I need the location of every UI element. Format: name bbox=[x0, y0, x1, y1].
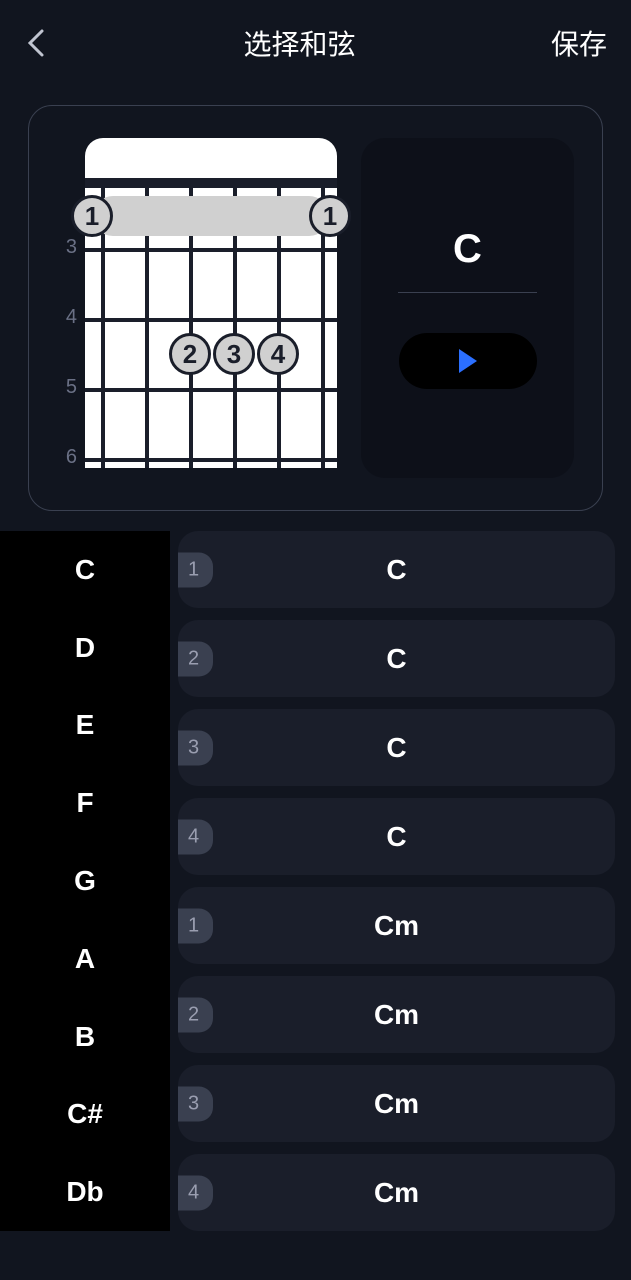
finger-marker: 2 bbox=[169, 333, 211, 375]
variant-item[interactable]: 3 Cm bbox=[178, 1065, 615, 1142]
variant-item[interactable]: 2 Cm bbox=[178, 976, 615, 1053]
root-item-dflat[interactable]: Db bbox=[0, 1153, 170, 1231]
variant-badge: 3 bbox=[178, 1086, 213, 1121]
variant-label: Cm bbox=[374, 1088, 419, 1120]
back-icon[interactable] bbox=[24, 31, 48, 55]
root-item-c[interactable]: C bbox=[0, 531, 170, 609]
variant-badge: 2 bbox=[178, 997, 213, 1032]
fretboard-diagram: 3 4 5 6 1 1 2 3 4 bbox=[57, 138, 337, 478]
variant-label: C bbox=[386, 821, 406, 853]
chord-name-label: C bbox=[453, 227, 482, 272]
variant-label: Cm bbox=[374, 1177, 419, 1209]
variant-label: C bbox=[386, 732, 406, 764]
root-item-f[interactable]: F bbox=[0, 764, 170, 842]
header: 选择和弦 保存 bbox=[0, 0, 631, 85]
play-icon bbox=[459, 349, 477, 373]
variant-label: Cm bbox=[374, 910, 419, 942]
variant-item[interactable]: 3 C bbox=[178, 709, 615, 786]
variant-item[interactable]: 1 Cm bbox=[178, 887, 615, 964]
chord-selector: C D E F G A B C# Db 1 C 2 C 3 C 4 C 1 Cm bbox=[0, 531, 631, 1231]
variant-badge: 2 bbox=[178, 641, 213, 676]
chord-preview-card: 3 4 5 6 1 1 2 3 4 C bbox=[28, 105, 603, 511]
fret-number: 6 bbox=[57, 446, 77, 469]
variant-item[interactable]: 1 C bbox=[178, 531, 615, 608]
fret-number: 4 bbox=[57, 306, 77, 329]
variant-item[interactable]: 4 C bbox=[178, 798, 615, 875]
root-item-d[interactable]: D bbox=[0, 609, 170, 687]
variant-badge: 4 bbox=[178, 1175, 213, 1210]
root-item-e[interactable]: E bbox=[0, 687, 170, 765]
variant-item[interactable]: 2 C bbox=[178, 620, 615, 697]
play-button[interactable] bbox=[399, 333, 537, 389]
finger-marker: 1 bbox=[71, 195, 113, 237]
page-title: 选择和弦 bbox=[243, 23, 355, 63]
fret-number: 3 bbox=[57, 236, 77, 259]
finger-marker: 3 bbox=[213, 333, 255, 375]
finger-marker: 1 bbox=[309, 195, 351, 237]
variant-badge: 1 bbox=[178, 552, 213, 587]
root-item-b[interactable]: B bbox=[0, 998, 170, 1076]
variant-label: C bbox=[386, 643, 406, 675]
chord-info-panel: C bbox=[361, 138, 574, 478]
variant-badge: 3 bbox=[178, 730, 213, 765]
root-item-a[interactable]: A bbox=[0, 920, 170, 998]
chord-variant-list[interactable]: 1 C 2 C 3 C 4 C 1 Cm 2 Cm 3 Cm 4 Cm bbox=[170, 531, 631, 1231]
barre-indicator bbox=[93, 196, 329, 236]
variant-badge: 1 bbox=[178, 908, 213, 943]
root-item-g[interactable]: G bbox=[0, 842, 170, 920]
divider bbox=[398, 292, 536, 293]
variant-badge: 4 bbox=[178, 819, 213, 854]
save-button[interactable]: 保存 bbox=[551, 23, 607, 63]
finger-marker: 4 bbox=[257, 333, 299, 375]
variant-item[interactable]: 4 Cm bbox=[178, 1154, 615, 1231]
variant-label: Cm bbox=[374, 999, 419, 1031]
root-note-list[interactable]: C D E F G A B C# Db bbox=[0, 531, 170, 1231]
fret-number: 5 bbox=[57, 376, 77, 399]
variant-label: C bbox=[386, 554, 406, 586]
root-item-csharp[interactable]: C# bbox=[0, 1075, 170, 1153]
